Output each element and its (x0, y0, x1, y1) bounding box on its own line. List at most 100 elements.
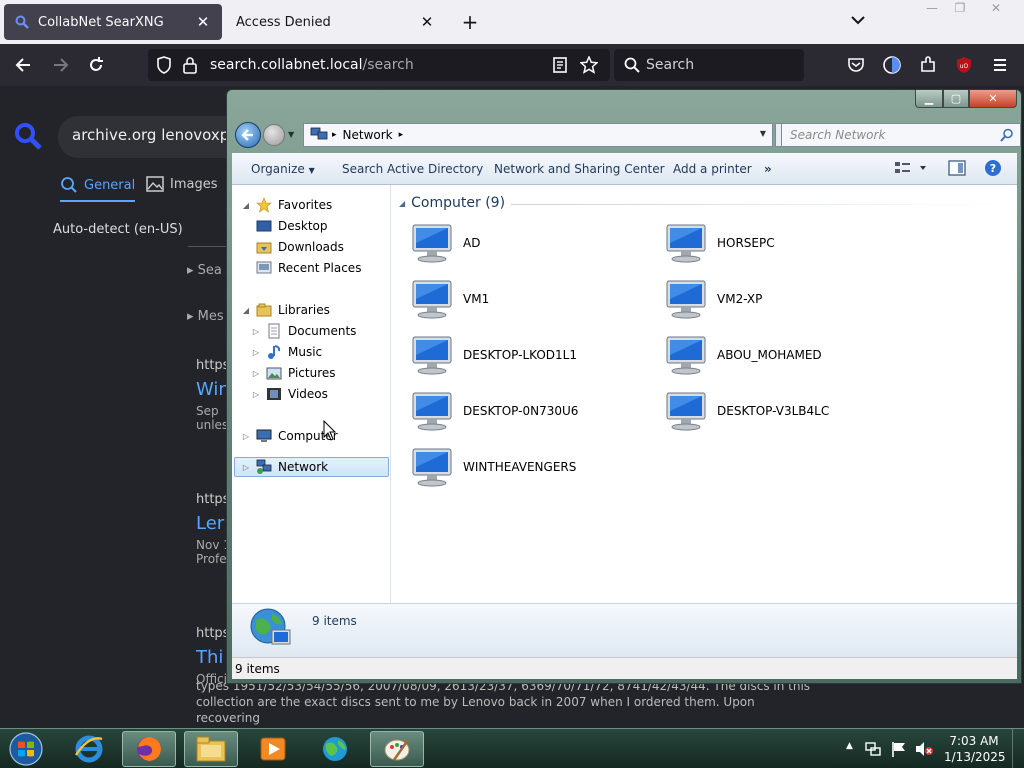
paint-icon[interactable] (370, 731, 424, 767)
close-icon[interactable]: ✕ (194, 13, 212, 31)
show-hidden-icons-icon[interactable]: ▲ (846, 741, 853, 751)
search-network-input[interactable]: Search Network (781, 123, 1021, 147)
forward-button[interactable] (263, 124, 285, 146)
search-suggestion-header[interactable]: ▸ Sea (187, 263, 222, 278)
network-sharing-center-button[interactable]: Network and Sharing Center (494, 162, 665, 176)
searx-logo-icon[interactable] (14, 122, 42, 154)
computer-name: WINTHEAVENGERS (463, 460, 577, 474)
chevron-down-icon[interactable] (848, 10, 868, 30)
nav-videos[interactable]: ▷ Videos (250, 384, 328, 404)
volume-muted-icon[interactable] (914, 740, 934, 758)
windows-explorer-icon[interactable] (184, 731, 238, 767)
account-icon[interactable] (879, 53, 905, 77)
back-button[interactable] (10, 53, 36, 77)
more-commands-button[interactable]: » (764, 162, 772, 176)
bookmark-star-icon[interactable] (579, 55, 599, 78)
extensions-icon[interactable] (915, 53, 941, 77)
maximize-icon[interactable]: ❐ (946, 0, 974, 18)
nav-documents[interactable]: ▷ Documents (250, 321, 356, 341)
close-icon[interactable]: ✕ (982, 0, 1010, 18)
language-selector[interactable]: Auto-detect (en-US) (53, 222, 183, 237)
navigation-toolbar: search.collabnet.local/search Search uO (0, 44, 1024, 86)
nav-pictures[interactable]: ▷ Pictures (250, 363, 336, 383)
media-player-icon[interactable] (246, 731, 300, 767)
computer-item[interactable]: HORSEPC (663, 221, 893, 265)
minimize-button[interactable]: ▁ (915, 90, 943, 108)
show-desktop-button[interactable] (1012, 729, 1024, 768)
computer-item[interactable]: AD (409, 221, 639, 265)
tab-bar: CollabNet SearXNG ✕ Access Denied ✕ + — … (0, 0, 1024, 44)
recent-pages-icon[interactable]: ▼ (288, 130, 294, 139)
computer-item[interactable]: VM1 (409, 277, 639, 321)
computer-item[interactable]: WINTHEAVENGERS (409, 445, 639, 489)
organize-button[interactable]: Organize ▼ (251, 162, 315, 176)
computer-name: HORSEPC (717, 236, 775, 250)
reader-view-icon[interactable] (552, 56, 568, 78)
breadcrumb-network[interactable]: Network (343, 128, 393, 142)
internet-explorer-icon[interactable] (62, 731, 116, 767)
computer-item[interactable]: ABOU_MOHAMED (663, 333, 893, 377)
network-globe-icon (250, 608, 291, 645)
nav-network[interactable]: ▷ Network (234, 457, 389, 477)
message-header[interactable]: ▸ Mes (187, 309, 224, 324)
start-button[interactable] (6, 731, 46, 767)
forward-button[interactable] (48, 53, 74, 77)
shield-icon[interactable] (156, 56, 172, 78)
computer-icon (412, 280, 452, 319)
image-icon (146, 176, 164, 192)
web-search-box[interactable]: Search (614, 49, 804, 81)
computer-item[interactable]: VM2-XP (663, 277, 893, 321)
close-button[interactable]: ✕ (969, 90, 1017, 108)
search-active-directory-button[interactable]: Search Active Directory (342, 162, 483, 176)
breadcrumb-arrow-icon[interactable]: ▸ (332, 130, 337, 140)
computer-item[interactable]: DESKTOP-LKOD1L1 (409, 333, 639, 377)
close-icon[interactable]: ✕ (418, 13, 436, 31)
nav-favorites[interactable]: ◢ Favorites (240, 195, 332, 215)
group-header[interactable]: ◢ Computer (9) (399, 195, 1012, 211)
computer-icon (666, 224, 706, 263)
clock[interactable]: 7:03 AM 1/13/2025 (944, 733, 1006, 765)
globe-network-icon[interactable] (308, 731, 362, 767)
status-bar: 9 items (232, 657, 1017, 679)
firefox-icon[interactable] (122, 731, 176, 767)
url-text[interactable]: search.collabnet.local/search (210, 57, 414, 73)
nav-libraries[interactable]: ◢ Libraries (240, 300, 330, 320)
add-printer-button[interactable]: Add a printer (673, 162, 752, 176)
nav-downloads[interactable]: Downloads (256, 237, 344, 257)
computer-icon (256, 429, 272, 442)
tab-title: CollabNet SearXNG (38, 14, 164, 30)
menu-icon[interactable] (987, 53, 1013, 77)
computer-name: VM1 (463, 292, 490, 306)
recent-places-icon (256, 261, 272, 274)
computer-item[interactable]: DESKTOP-V3LB4LC (663, 389, 893, 433)
tab-general[interactable]: General (60, 176, 136, 202)
help-icon[interactable]: ? (984, 159, 1002, 180)
computer-name: DESKTOP-LKOD1L1 (463, 348, 577, 362)
computer-item[interactable]: DESKTOP-0N730U6 (409, 389, 639, 433)
network-tray-icon[interactable] (864, 740, 882, 758)
maximize-button[interactable]: ▢ (943, 90, 969, 108)
back-button[interactable] (235, 122, 261, 148)
nav-music[interactable]: ▷ Music (250, 342, 322, 362)
minimize-icon[interactable]: — (918, 0, 946, 18)
status-item-count: 9 items (235, 662, 280, 676)
tab-images[interactable]: Images (146, 176, 218, 192)
url-bar[interactable]: search.collabnet.local/search (148, 49, 610, 81)
breadcrumb-arrow-icon[interactable]: ▸ (399, 130, 404, 140)
pocket-icon[interactable] (843, 53, 869, 77)
lock-icon[interactable] (182, 56, 198, 78)
chevron-down-icon[interactable]: ▼ (760, 129, 766, 138)
view-options-icon[interactable] (894, 160, 930, 179)
reload-button[interactable] (83, 53, 109, 77)
nav-recent-places[interactable]: Recent Places (256, 258, 361, 278)
tab-searxng[interactable]: CollabNet SearXNG ✕ (4, 4, 222, 40)
ublock-icon[interactable]: uO (951, 53, 977, 77)
address-bar[interactable]: ▸ Network ▸ ▼ (303, 123, 773, 147)
new-tab-button[interactable]: + (458, 10, 482, 34)
tab-access-denied[interactable]: Access Denied ✕ (226, 4, 446, 40)
svg-text:uO: uO (960, 63, 969, 70)
preview-pane-icon[interactable] (948, 160, 966, 179)
search-icon[interactable] (1000, 128, 1014, 145)
action-center-flag-icon[interactable] (890, 740, 908, 758)
nav-desktop[interactable]: Desktop (256, 216, 328, 236)
